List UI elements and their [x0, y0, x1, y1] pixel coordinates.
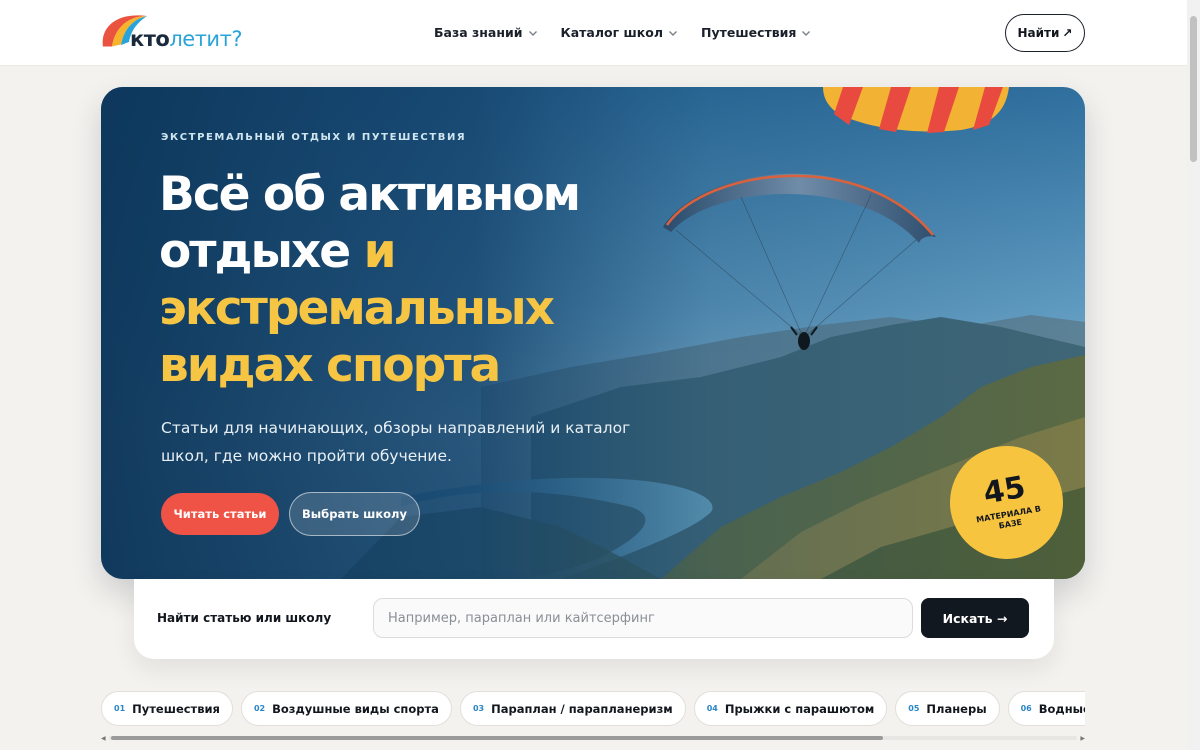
category-scrollbar-thumb[interactable] [111, 736, 883, 740]
category-chip-air-sports[interactable]: 02 Воздушные виды спорта [240, 691, 452, 726]
arrow-up-right-icon: ↗ [1062, 26, 1073, 40]
site-header: ктолетит? База знаний Каталог школ Путеш… [0, 0, 1187, 66]
nav-knowledge-base[interactable]: База знаний [434, 25, 539, 40]
nav-school-catalog[interactable]: Каталог школ [561, 25, 679, 40]
materials-count: 45 [980, 469, 1029, 512]
category-chip-paragliding[interactable]: 03 Параплан / парапланеризм [459, 691, 686, 726]
category-scrollbar[interactable]: ◀ ▶ [101, 734, 1085, 742]
category-chip-water-sports[interactable]: 06 Водные виды спорта [1007, 691, 1085, 726]
category-chips: 01 Путешествия 02 Воздушные виды спорта … [101, 691, 1085, 727]
category-chip-skydiving[interactable]: 04 Прыжки с парашютом [693, 691, 888, 726]
chevron-down-icon [802, 30, 811, 36]
scroll-left-icon[interactable]: ◀ [101, 735, 106, 742]
find-button[interactable]: Найти ↗ [1005, 14, 1085, 52]
read-articles-button[interactable]: Читать статьи [161, 493, 279, 535]
chevron-down-icon [668, 30, 677, 36]
page-scrollbar[interactable] [1187, 0, 1200, 750]
logo-text: ктолетит? [130, 27, 242, 51]
chevron-down-icon [528, 30, 537, 36]
scroll-right-icon[interactable]: ▶ [1080, 735, 1085, 742]
hero-subtitle: Статьи для начинающих, обзоры направлени… [161, 419, 631, 465]
search-button[interactable]: Искать → [921, 598, 1029, 638]
choose-school-button[interactable]: Выбрать школу [289, 492, 420, 536]
hero-banner: ЭКСТРЕМАЛЬНЫЙ ОТДЫХ И ПУТЕШЕСТВИЯ Всё об… [101, 87, 1085, 579]
hero-title: Всё об активном отдыхе и экстремальных в… [159, 167, 581, 393]
category-chip-gliders[interactable]: 05 Планеры [895, 691, 1000, 726]
hero-eyebrow: ЭКСТРЕМАЛЬНЫЙ ОТДЫХ И ПУТЕШЕСТВИЯ [161, 132, 467, 143]
main-nav: База знаний Каталог школ Путешествия [434, 25, 812, 40]
nav-travel[interactable]: Путешествия [701, 25, 812, 40]
search-panel: Найти статью или школу Искать → [134, 579, 1054, 659]
page-scrollbar-thumb[interactable] [1190, 16, 1197, 162]
logo-link[interactable]: ктолетит? [100, 10, 260, 56]
search-label: Найти статью или школу [157, 611, 332, 625]
materials-label: МАТЕРИАЛА В БАЗЕ [975, 504, 1042, 531]
category-chip-travel[interactable]: 01 Путешествия [101, 691, 233, 726]
search-input[interactable] [373, 598, 913, 638]
